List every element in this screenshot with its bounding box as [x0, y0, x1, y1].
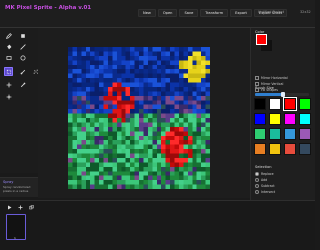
selection-mode-replace[interactable]: Replace: [255, 172, 274, 176]
bucket-icon: [6, 44, 11, 49]
frame-number: 1: [14, 236, 16, 240]
mirror-vertical-checkbox[interactable]: [255, 82, 259, 86]
tool-select[interactable]: [4, 67, 13, 76]
palette-swatch[interactable]: [299, 143, 311, 155]
selection-replace-label: Replace: [261, 172, 274, 176]
tool-brush[interactable]: [18, 67, 27, 76]
palette-swatch[interactable]: [254, 143, 266, 155]
palette-swatch[interactable]: [254, 128, 266, 140]
mirror-horizontal-option[interactable]: Mirror Horizontal: [255, 76, 288, 80]
pencil-icon: [5, 32, 12, 39]
palette-swatch[interactable]: [254, 113, 266, 125]
mirror-horizontal-label: Mirror Horizontal: [261, 76, 288, 80]
fill-shapes-label: Fill Shapes: [261, 88, 278, 92]
menu-new-button[interactable]: New: [138, 9, 156, 17]
selection-mode-add[interactable]: Add: [255, 178, 267, 182]
selection-title: Selection: [255, 165, 272, 169]
selection-subtract-label: Subtract: [261, 184, 275, 188]
tool-bucket[interactable]: [4, 42, 13, 51]
palette-swatch[interactable]: [269, 143, 281, 155]
palette-swatch[interactable]: [269, 128, 281, 140]
tool-info-description: Spray randomized pixels in a radius: [3, 185, 31, 193]
fill-shapes-checkbox[interactable]: [255, 88, 259, 92]
primary-color-swatch[interactable]: [256, 34, 267, 45]
selection-add-label: Add: [261, 178, 268, 182]
palette-swatch[interactable]: [299, 98, 311, 110]
timeline-duplicate-frame-button[interactable]: [27, 203, 36, 212]
palette-swatch[interactable]: [299, 113, 311, 125]
mirror-vertical-option[interactable]: Mirror Vertical: [255, 82, 283, 86]
mirror-vertical-label: Mirror Vertical: [261, 82, 284, 86]
tool-info-panel: Spray Spray randomized pixels in a radiu…: [0, 177, 38, 197]
tool-eraser[interactable]: [18, 31, 27, 40]
pixel-canvas[interactable]: [68, 47, 210, 189]
selection-subtract-radio[interactable]: [255, 184, 259, 188]
plus-icon: [18, 205, 23, 210]
palette-swatch[interactable]: [269, 98, 281, 110]
tool-eyedropper[interactable]: [18, 80, 27, 89]
mirror-horizontal-checkbox[interactable]: [255, 76, 259, 80]
play-icon: [8, 205, 12, 210]
selection-add-radio[interactable]: [255, 178, 259, 182]
canvas-size: 32x32: [300, 10, 311, 14]
duplicate-icon: [29, 205, 34, 210]
palette-swatch[interactable]: [283, 97, 297, 111]
timeline-add-frame-button[interactable]: [16, 203, 25, 212]
eyedropper-icon: [20, 82, 25, 87]
selection-intersect-label: Intersect: [261, 190, 276, 194]
dither-icon: [6, 94, 11, 99]
brush-size-fill: [255, 93, 283, 96]
selection-mode-subtract[interactable]: Subtract: [255, 184, 275, 188]
brush-icon: [20, 69, 25, 74]
tool-line[interactable]: [18, 42, 27, 51]
circle-icon: [20, 55, 25, 60]
menu-transform-button[interactable]: Transform: [200, 9, 229, 17]
fill-shapes-option[interactable]: Fill Shapes: [255, 88, 278, 92]
move-icon: [6, 82, 11, 87]
palette-swatch[interactable]: [269, 113, 281, 125]
project-name: Untitled Project: [258, 10, 285, 14]
palette-swatch[interactable]: [299, 128, 311, 140]
tool-pencil[interactable]: [4, 31, 13, 40]
color-palette: [254, 97, 312, 155]
rectangle-icon: [6, 55, 11, 60]
selection-mode-intersect[interactable]: Intersect: [255, 190, 275, 194]
brush-size-handle[interactable]: [281, 92, 285, 97]
palette-swatch[interactable]: [284, 143, 296, 155]
menu-save-button[interactable]: Save: [179, 9, 199, 17]
tool-move[interactable]: [4, 80, 13, 89]
timeline-panel: [0, 200, 315, 250]
frame-thumbnail[interactable]: [6, 214, 26, 240]
eraser-icon: [20, 33, 25, 38]
menu-open-button[interactable]: Open: [157, 9, 178, 17]
tool-circle[interactable]: [18, 53, 27, 62]
selection-replace-radio[interactable]: [255, 172, 259, 176]
select-icon: [6, 69, 11, 74]
tool-info-title: Spray: [3, 180, 14, 184]
tool-dither[interactable]: [4, 92, 13, 101]
palette-swatch[interactable]: [284, 113, 296, 125]
app-title: MK Pixel Sprite - Alpha v.01: [5, 5, 92, 11]
timeline-play-button[interactable]: [5, 203, 14, 212]
line-icon: [19, 43, 26, 50]
palette-swatch[interactable]: [254, 98, 266, 110]
selection-intersect-radio[interactable]: [255, 190, 259, 194]
tool-rectangle[interactable]: [4, 53, 13, 62]
palette-swatch[interactable]: [284, 128, 296, 140]
menu-export-button[interactable]: Export: [230, 9, 252, 17]
